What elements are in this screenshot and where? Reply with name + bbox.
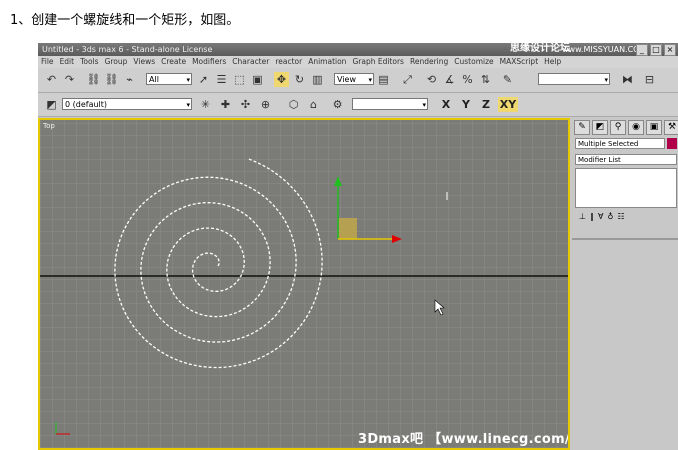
select-and-rotate-icon[interactable]: ↻ — [292, 72, 307, 87]
restrict-y-button[interactable]: Y — [458, 97, 474, 112]
settings-gear-icon[interactable]: ⚙ — [330, 97, 345, 112]
select-and-manipulate-icon[interactable]: ⤢ — [400, 72, 415, 87]
menu-bar: File Edit Tools Group Views Create Modif… — [38, 56, 678, 68]
remove-modifier-icon[interactable]: ♁ — [607, 210, 613, 224]
pivot-center-icon[interactable]: ▤ — [376, 72, 391, 87]
menu-modifiers[interactable]: Modifiers — [192, 56, 226, 68]
select-layer-icon[interactable]: ✣ — [238, 97, 253, 112]
select-and-move-icon[interactable]: ✥ — [274, 72, 289, 87]
align-icon[interactable]: ⊟ — [642, 72, 657, 87]
close-button[interactable]: × — [664, 44, 676, 56]
create-tab[interactable]: ✎ — [574, 120, 590, 135]
menu-create[interactable]: Create — [161, 56, 186, 68]
menu-character[interactable]: Character — [232, 56, 269, 68]
window-title: Untitled - 3ds max 6 - Stand-alone Licen… — [42, 45, 213, 54]
named-selection-sets-dropdown[interactable] — [538, 73, 610, 86]
spinner-snap-icon[interactable]: ⇅ — [478, 72, 493, 87]
layer-manager-icon[interactable]: ◩ — [44, 97, 59, 112]
create-layer-icon[interactable]: ✳ — [198, 97, 213, 112]
command-panel-tabs: ✎ ◩ ⚲ ◉ ▣ ⚒ — [574, 120, 678, 135]
selection-filter-dropdown[interactable]: All — [146, 73, 192, 86]
menu-help[interactable]: Help — [544, 56, 561, 68]
select-and-link-icon[interactable]: ⛓ — [86, 72, 101, 87]
modify-tab[interactable]: ◩ — [592, 120, 608, 135]
motion-tab[interactable]: ◉ — [628, 120, 644, 135]
title-bar: Untitled - 3ds max 6 - Stand-alone Licen… — [38, 43, 678, 56]
menu-rendering[interactable]: Rendering — [410, 56, 448, 68]
forum-url-watermark: www.MISSYUAN.COM — [562, 45, 647, 54]
object-color-swatch[interactable] — [667, 138, 677, 149]
minimize-button[interactable]: _ — [636, 44, 648, 56]
menu-reactor[interactable]: reactor — [275, 56, 302, 68]
hierarchy-tab[interactable]: ⚲ — [610, 120, 626, 135]
menu-graph-editors[interactable]: Graph Editors — [352, 56, 404, 68]
rectangular-selection-icon[interactable]: ⬚ — [232, 72, 247, 87]
menu-file[interactable]: File — [41, 56, 54, 68]
menu-tools[interactable]: Tools — [80, 56, 98, 68]
main-toolbar: ↶ ↷ ⛓ ⛓ ⌁ All ➚ ☰ ⬚ ▣ ✥ ↻ ▥ View ▤ ⤢ ⟲ ∡… — [38, 68, 678, 93]
modifier-list-dropdown[interactable]: Modifier List — [575, 154, 677, 165]
select-and-scale-icon[interactable]: ▥ — [310, 72, 325, 87]
menu-group[interactable]: Group — [105, 56, 128, 68]
reference-coordinate-dropdown[interactable]: View — [334, 73, 374, 86]
window-crossing-icon[interactable]: ▣ — [250, 72, 265, 87]
object-name-field[interactable]: Multiple Selected — [575, 138, 665, 149]
max-window: Untitled - 3ds max 6 - Stand-alone Licen… — [38, 43, 678, 450]
top-viewport[interactable]: Top 3Dmax吧 【www.linecg.com/tieba/1771】 — [38, 118, 570, 450]
render-scene-icon[interactable]: ⌂ — [306, 97, 321, 112]
viewport-label[interactable]: Top — [43, 122, 55, 130]
bind-space-warp-icon[interactable]: ⌁ — [122, 72, 137, 87]
mirror-icon[interactable]: ⧓ — [620, 72, 635, 87]
menu-customize[interactable]: Customize — [454, 56, 493, 68]
gizmo-plane-handle[interactable] — [339, 218, 357, 239]
undo-icon[interactable]: ↶ — [44, 72, 59, 87]
restrict-xy-button[interactable]: XY — [498, 97, 518, 112]
snaps-toggle-icon[interactable]: ⟲ — [424, 72, 439, 87]
restrict-x-button[interactable]: X — [438, 97, 454, 112]
viewport-grid — [40, 120, 568, 448]
command-panel: ✎ ◩ ⚲ ◉ ▣ ⚒ Multiple Selected Modifier L… — [572, 118, 678, 450]
make-unique-icon[interactable]: ∀ — [598, 210, 603, 224]
select-by-name-icon[interactable]: ☰ — [214, 72, 229, 87]
select-object-icon[interactable]: ➚ — [196, 72, 211, 87]
utilities-tab[interactable]: ⚒ — [664, 120, 678, 135]
percent-snap-icon[interactable]: % — [460, 72, 475, 87]
named-selection-icon[interactable]: ✎ — [500, 72, 515, 87]
material-editor-icon[interactable]: ⬡ — [286, 97, 301, 112]
layers-toolbar: ◩ 0 (default) ✳ ✚ ✣ ⊕ ⬡ ⌂ ⚙ X Y Z XY — [38, 93, 678, 117]
display-tab[interactable]: ▣ — [646, 120, 662, 135]
restrict-z-button[interactable]: Z — [478, 97, 494, 112]
layer-dropdown[interactable]: 0 (default) — [62, 98, 192, 111]
unlink-icon[interactable]: ⛓ — [104, 72, 119, 87]
step-caption: 1、创建一个螺旋线和一个矩形，如图。 — [10, 13, 240, 28]
angle-snap-icon[interactable]: ∡ — [442, 72, 457, 87]
window-controls: _ □ × — [636, 44, 676, 56]
line-style-dropdown[interactable] — [352, 98, 428, 111]
forum-watermark: 思缘设计论坛 — [510, 43, 570, 54]
show-end-result-icon[interactable]: ‖ — [590, 210, 594, 224]
redo-icon[interactable]: ↷ — [62, 72, 77, 87]
tieba-watermark: 3Dmax吧 【www.linecg.com/tieba/1771】 — [358, 432, 570, 447]
menu-views[interactable]: Views — [133, 56, 155, 68]
menu-maxscript[interactable]: MAXScript — [500, 56, 539, 68]
maximize-button[interactable]: □ — [650, 44, 662, 56]
stack-tools: ⊥ ‖ ∀ ♁ ☷ — [575, 210, 678, 224]
viewport-canvas — [40, 120, 568, 448]
set-current-layer-icon[interactable]: ⊕ — [258, 97, 273, 112]
modifier-stack[interactable] — [575, 168, 677, 208]
configure-sets-icon[interactable]: ☷ — [617, 210, 624, 224]
menu-animation[interactable]: Animation — [308, 56, 346, 68]
pin-stack-icon[interactable]: ⊥ — [579, 210, 586, 224]
add-to-layer-icon[interactable]: ✚ — [218, 97, 233, 112]
menu-edit[interactable]: Edit — [60, 56, 75, 68]
panel-divider — [572, 238, 678, 240]
